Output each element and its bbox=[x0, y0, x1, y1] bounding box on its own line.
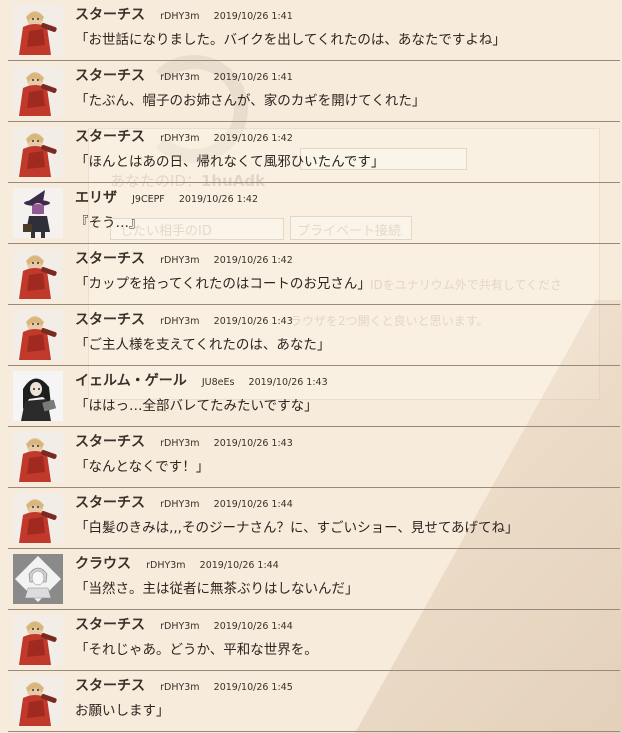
sarchis-icon[interactable] bbox=[13, 249, 63, 299]
sender-id: J9CEPF bbox=[132, 194, 165, 205]
sender-id: rDHY3m bbox=[160, 682, 200, 693]
grey-sketch-icon[interactable] bbox=[13, 554, 63, 604]
timestamp: 2019/10/26 1:44 bbox=[213, 499, 293, 510]
sarchis-icon[interactable] bbox=[13, 432, 63, 482]
sender-name: スターチス bbox=[75, 129, 145, 145]
timestamp: 2019/10/26 1:43 bbox=[213, 438, 293, 449]
timestamp: 2019/10/26 1:42 bbox=[213, 255, 293, 266]
sender-name: スターチス bbox=[75, 312, 145, 328]
message-text: お願いします」 bbox=[75, 703, 170, 719]
sender-name: スターチス bbox=[75, 68, 145, 84]
sender-id: rDHY3m bbox=[160, 316, 200, 327]
timestamp: 2019/10/26 1:41 bbox=[213, 72, 293, 83]
message-text: 「たぶん、帽子のお姉さんが、家のカギを開けてくれた」 bbox=[75, 93, 426, 109]
chat-message: スターチス rDHY3m 2019/10/26 1:43 「ご主人様を支えてくれ… bbox=[8, 305, 620, 366]
sender-name: スターチス bbox=[75, 7, 145, 23]
sender-id: rDHY3m bbox=[160, 255, 200, 266]
chat-message: スターチス rDHY3m 2019/10/26 1:43 「なんとなくです！」 bbox=[8, 427, 620, 488]
chat-message: クラウス rDHY3m 2019/10/26 1:44 「当然さ。主は従者に無茶… bbox=[8, 549, 620, 610]
message-text: 「当然さ。主は従者に無茶ぶりはしないんだ」 bbox=[75, 581, 359, 597]
sarchis-icon[interactable] bbox=[13, 310, 63, 360]
chat-message: スターチス rDHY3m 2019/10/26 1:42 「ほんとはあの日、帰れ… bbox=[8, 122, 620, 183]
sender-id: rDHY3m bbox=[146, 560, 186, 571]
sarchis-icon[interactable] bbox=[13, 615, 63, 665]
sarchis-icon[interactable] bbox=[13, 127, 63, 177]
sender-id: rDHY3m bbox=[160, 133, 200, 144]
chat-message: スターチス rDHY3m 2019/10/26 1:44 「白髪のきみは,,,そ… bbox=[8, 488, 620, 549]
sarchis-icon[interactable] bbox=[13, 66, 63, 116]
chat-log: スターチス rDHY3m 2019/10/26 1:41 「お世話になりました。… bbox=[0, 0, 622, 733]
sender-name: エリザ bbox=[75, 190, 117, 206]
chat-message: エリザ J9CEPF 2019/10/26 1:42 『そう…』 bbox=[8, 183, 620, 244]
chat-message: イェルム・ゲール JU8eEs 2019/10/26 1:43 「ははっ…全部バ… bbox=[8, 366, 620, 427]
chat-message: スターチス rDHY3m 2019/10/26 1:41 「お世話になりました。… bbox=[8, 0, 620, 61]
message-text: 「お世話になりました。バイクを出してくれたのは、あなたですよね」 bbox=[75, 32, 506, 48]
timestamp: 2019/10/26 1:44 bbox=[213, 621, 293, 632]
chat-message: スターチス rDHY3m 2019/10/26 1:45 お願いします」 bbox=[8, 671, 620, 732]
sender-id: rDHY3m bbox=[160, 499, 200, 510]
sender-name: スターチス bbox=[75, 678, 145, 694]
message-text: 「白髪のきみは,,,そのジーナさん？に、すごいショー、見せてあげてね」 bbox=[75, 520, 519, 536]
sender-name: スターチス bbox=[75, 434, 145, 450]
message-text: 「ほんとはあの日、帰れなくて風邪ひいたんです」 bbox=[75, 154, 385, 170]
sender-id: rDHY3m bbox=[160, 621, 200, 632]
sender-name: スターチス bbox=[75, 495, 145, 511]
sender-id: rDHY3m bbox=[160, 72, 200, 83]
message-text: 「ご主人様を支えてくれたのは、あなた」 bbox=[75, 337, 331, 353]
sender-name: スターチス bbox=[75, 251, 145, 267]
chat-message: スターチス rDHY3m 2019/10/26 1:42 「カップを拾ってくれた… bbox=[8, 244, 620, 305]
sender-name: クラウス bbox=[75, 556, 131, 572]
sarchis-icon[interactable] bbox=[13, 676, 63, 726]
message-text: 「ははっ…全部バレてたみたいですな」 bbox=[75, 398, 318, 414]
sender-id: rDHY3m bbox=[160, 11, 200, 22]
sender-id: rDHY3m bbox=[160, 438, 200, 449]
chat-message: スターチス rDHY3m 2019/10/26 1:41 「たぶん、帽子のお姉さ… bbox=[8, 61, 620, 122]
sarchis-icon[interactable] bbox=[13, 493, 63, 543]
sender-name: スターチス bbox=[75, 617, 145, 633]
message-text: 「それじゃあ。どうか、平和な世界を。 bbox=[75, 642, 318, 658]
timestamp: 2019/10/26 1:42 bbox=[178, 194, 258, 205]
chat-message: スターチス rDHY3m 2019/10/26 1:44 「それじゃあ。どうか、… bbox=[8, 610, 620, 671]
timestamp: 2019/10/26 1:44 bbox=[199, 560, 279, 571]
message-text: 「カップを拾ってくれたのはコートのお兄さん」 bbox=[75, 276, 371, 292]
timestamp: 2019/10/26 1:43 bbox=[213, 316, 293, 327]
sender-id: JU8eEs bbox=[201, 377, 235, 388]
timestamp: 2019/10/26 1:41 bbox=[213, 11, 293, 22]
timestamp: 2019/10/26 1:43 bbox=[248, 377, 328, 388]
timestamp: 2019/10/26 1:45 bbox=[213, 682, 293, 693]
dark-haired-icon[interactable] bbox=[13, 371, 63, 421]
sarchis-icon[interactable] bbox=[13, 5, 63, 55]
witch-icon[interactable] bbox=[13, 188, 63, 238]
timestamp: 2019/10/26 1:42 bbox=[213, 133, 293, 144]
message-text: 『そう…』 bbox=[75, 215, 143, 231]
message-text: 「なんとなくです！」 bbox=[75, 459, 210, 475]
sender-name: イェルム・ゲール bbox=[75, 373, 187, 389]
